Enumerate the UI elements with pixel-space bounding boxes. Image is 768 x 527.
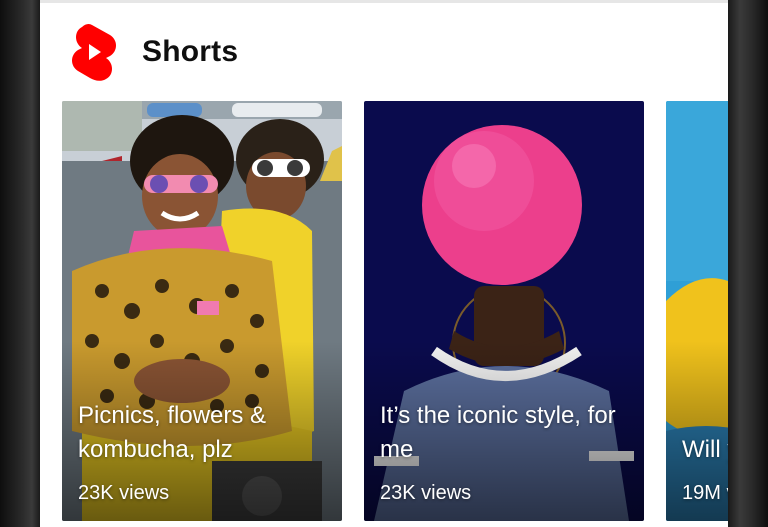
phone-screen: Shorts Picnics, flowers & kombucha, plz … — [40, 0, 728, 527]
short-title: It’s the iconic style, for me — [380, 402, 616, 463]
short-title: Will you choose — [682, 436, 728, 463]
short-title: Picnics, flowers & kombucha, plz — [78, 402, 267, 463]
short-card-picnics[interactable]: Picnics, flowers & kombucha, plz 23K vie… — [62, 101, 342, 521]
device-frame-left — [0, 0, 40, 527]
view-count: 23K views — [380, 482, 472, 504]
section-title: Shorts — [142, 35, 239, 68]
top-divider — [40, 0, 728, 3]
youtube-shorts-logo-icon — [72, 23, 116, 81]
device-frame-right — [728, 0, 768, 527]
view-count: 19M views — [682, 482, 728, 504]
view-count: 23K views — [78, 482, 170, 504]
short-card-iconic-style[interactable]: It’s the iconic style, for me 23K views — [364, 101, 644, 521]
shorts-header: Shorts — [70, 20, 238, 84]
shorts-shelf[interactable]: Picnics, flowers & kombucha, plz 23K vie… — [62, 101, 728, 521]
short-card-will-you-choose[interactable]: Will you choose 19M views — [666, 101, 728, 521]
